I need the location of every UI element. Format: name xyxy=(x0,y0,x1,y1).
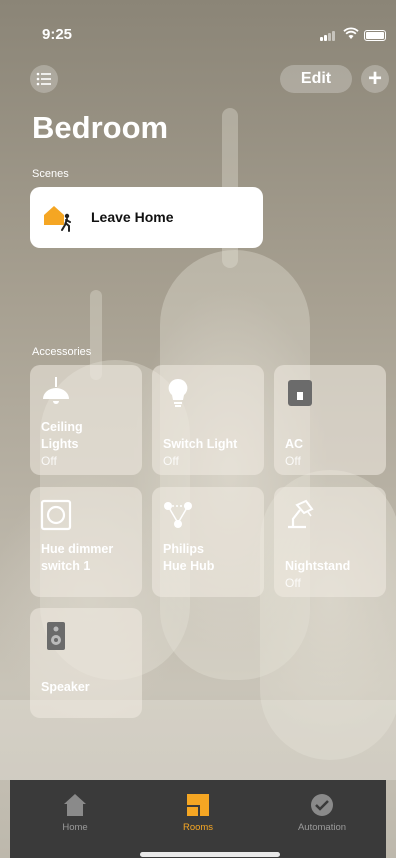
battery-icon xyxy=(364,30,386,41)
hub-icon xyxy=(162,499,194,531)
accessory-name: Hue Hub xyxy=(163,559,215,573)
add-button[interactable]: + xyxy=(361,65,389,93)
room-list-button[interactable] xyxy=(30,65,58,93)
accessory-name: Ceiling xyxy=(41,420,83,434)
tab-bar: Home Rooms Automation xyxy=(10,780,386,858)
tab-label: Automation xyxy=(297,822,347,833)
status-bar: 9:25 xyxy=(0,0,396,60)
accessory-tile-hue-dimmer[interactable]: Hue dimmer switch 1 xyxy=(30,487,142,597)
edit-button[interactable]: Edit xyxy=(280,65,352,93)
tab-rooms[interactable]: Rooms xyxy=(148,788,248,838)
accessory-name: Nightstand xyxy=(285,559,351,573)
accessory-name: switch 1 xyxy=(41,559,91,573)
rooms-icon xyxy=(187,794,209,816)
accessory-tile-speaker[interactable]: Speaker xyxy=(30,608,142,718)
leave-home-icon xyxy=(42,201,74,233)
accessory-tile-ceiling-lights[interactable]: Ceiling Lights Off xyxy=(30,365,142,475)
automation-icon xyxy=(311,794,333,816)
lightbulb-icon xyxy=(162,377,194,409)
accessory-state: Off xyxy=(285,454,301,468)
accessories-section-label: Accessories xyxy=(32,346,92,358)
accessory-name: Lights xyxy=(41,437,79,451)
cellular-signal-icon xyxy=(320,30,338,41)
home-icon xyxy=(64,794,86,816)
accessory-name: Philips xyxy=(163,542,204,556)
scene-leave-home[interactable]: Leave Home xyxy=(30,187,263,248)
tab-home[interactable]: Home xyxy=(25,788,125,838)
desk-lamp-icon xyxy=(284,499,316,531)
accessory-tile-nightstand[interactable]: Nightstand Off xyxy=(274,487,386,597)
page-title: Bedroom xyxy=(32,110,169,145)
dimmer-switch-icon xyxy=(40,499,72,531)
accessory-tile-ac[interactable]: AC Off xyxy=(274,365,386,475)
accessory-state: Off xyxy=(163,454,179,468)
tab-label: Home xyxy=(62,822,88,833)
tab-label: Rooms xyxy=(182,822,214,833)
accessory-state: Off xyxy=(41,454,57,468)
accessory-name: AC xyxy=(285,437,304,451)
accessory-tile-philips-hue-hub[interactable]: Philips Hue Hub xyxy=(152,487,264,597)
wifi-icon xyxy=(343,27,359,41)
list-icon xyxy=(36,72,51,86)
accessory-name: Switch Light xyxy=(163,437,238,451)
scenes-section-label: Scenes xyxy=(32,168,69,180)
tab-automation[interactable]: Automation xyxy=(272,788,372,838)
accessory-state: Off xyxy=(285,576,301,590)
status-time: 9:25 xyxy=(42,26,73,43)
accessory-name: Hue dimmer xyxy=(41,542,114,556)
scene-label: Leave Home xyxy=(91,209,174,225)
accessory-name: Speaker xyxy=(41,680,90,694)
accessory-tile-switch-light[interactable]: Switch Light Off xyxy=(152,365,264,475)
speaker-icon xyxy=(40,620,72,652)
switch-icon xyxy=(284,377,316,409)
ceiling-light-icon xyxy=(40,377,72,409)
home-indicator[interactable] xyxy=(140,852,280,857)
